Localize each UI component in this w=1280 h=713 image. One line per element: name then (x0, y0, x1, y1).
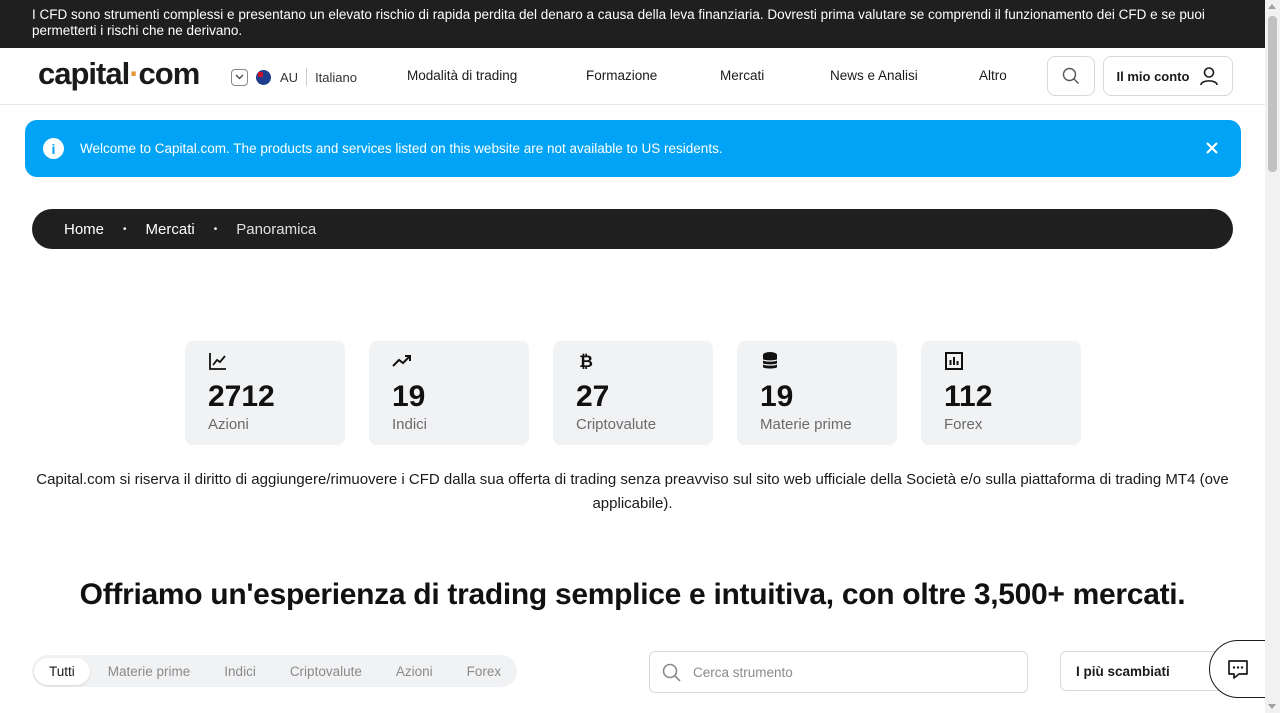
stat-value: 19 (760, 380, 794, 413)
risk-warning-text: I CFD sono strumenti complessi e present… (32, 7, 1205, 38)
tab-commodities[interactable]: Materie prime (108, 658, 191, 685)
svg-text:₿: ₿ (579, 352, 593, 371)
divider (306, 68, 308, 86)
chat-icon (1228, 660, 1248, 679)
stat-card-commodities[interactable]: 19 Materie prime (737, 341, 897, 445)
search-button[interactable] (1047, 56, 1095, 96)
stat-value: 2712 (208, 380, 275, 413)
search-icon (1062, 67, 1079, 84)
breadcrumb-current: Panoramica (236, 220, 317, 238)
logo-text-left: capital (38, 56, 130, 91)
stat-label: Criptovalute (576, 416, 657, 433)
region-code: AU (280, 69, 299, 85)
stat-label: Azioni (208, 416, 249, 433)
breadcrumb-markets[interactable]: Mercati (146, 221, 195, 238)
chat-button[interactable] (1209, 640, 1267, 698)
nav-education[interactable]: Formazione (586, 68, 657, 83)
logo-text-right: com (138, 56, 201, 91)
page-scrollbar[interactable] (1265, 0, 1280, 713)
disclaimer-text: Capital.com si riserva il diritto di agg… (36, 471, 1229, 512)
logo[interactable]: capital·com (38, 56, 201, 92)
bar-chart-icon (945, 352, 963, 370)
nav-trading-modes[interactable]: Modalità di trading (407, 68, 517, 83)
chevron-down-icon[interactable] (231, 68, 248, 86)
welcome-banner: i Welcome to Capital.com. The products a… (25, 120, 1241, 177)
tab-indices[interactable]: Indici (224, 658, 256, 685)
risk-warning-bar: I CFD sono strumenti complessi e present… (0, 0, 1265, 48)
line-chart-icon (209, 353, 226, 370)
stat-label: Indici (392, 416, 428, 433)
stat-card-stocks[interactable]: 2712 Azioni (185, 341, 345, 445)
breadcrumb-home[interactable]: Home (64, 221, 104, 238)
nav-markets[interactable]: Mercati (720, 68, 764, 83)
my-account-label: Il mio conto (1116, 68, 1190, 84)
market-filter-tabs: Tutti Materie prime Indici Criptovalute … (32, 655, 517, 687)
database-icon (762, 352, 778, 369)
info-icon: i (43, 138, 64, 159)
scroll-up-arrow-icon[interactable] (1268, 4, 1276, 9)
logo-dot: · (129, 56, 139, 91)
instrument-search[interactable] (649, 651, 1028, 693)
search-icon (662, 663, 681, 682)
tab-crypto[interactable]: Criptovalute (290, 658, 362, 685)
trending-up-icon (392, 355, 411, 367)
my-account-button[interactable]: Il mio conto (1103, 56, 1233, 96)
scrollbar-thumb[interactable] (1268, 16, 1277, 172)
breadcrumb: Home • Mercati • Panoramica (32, 209, 1233, 249)
stat-label: Forex (944, 416, 983, 433)
australia-flag-icon (256, 69, 271, 85)
nav-news-analysis[interactable]: News e Analisi (830, 68, 918, 83)
tab-forex[interactable]: Forex (467, 658, 502, 685)
scroll-down-arrow-icon[interactable] (1268, 704, 1276, 709)
region-language-selector[interactable]: AU Italiano (231, 67, 357, 87)
tab-stocks[interactable]: Azioni (396, 658, 433, 685)
stat-value: 27 (576, 380, 610, 413)
language-label[interactable]: Italiano (315, 70, 357, 85)
stat-value: 112 (944, 380, 993, 413)
stat-card-indices[interactable]: 19 Indici (369, 341, 529, 445)
sort-selected-value: I più scambiati (1076, 663, 1170, 679)
stat-card-crypto[interactable]: ₿ 27 Criptovalute (553, 341, 713, 445)
instrument-search-input[interactable] (693, 664, 993, 680)
page-headline: Offriamo un'esperienza di trading sempli… (79, 578, 1186, 611)
welcome-text: Welcome to Capital.com. The products and… (80, 141, 723, 156)
tab-all[interactable]: Tutti (34, 657, 90, 685)
stat-card-forex[interactable]: 112 Forex (921, 341, 1081, 445)
bitcoin-icon: ₿ (579, 352, 593, 372)
stat-value: 19 (392, 380, 426, 413)
sort-select[interactable]: I più scambiati (1060, 651, 1230, 691)
close-icon[interactable] (1203, 139, 1221, 157)
stat-label: Materie prime (760, 416, 852, 433)
site-header: capital·com AU Italiano Modalità di trad… (0, 48, 1265, 105)
breadcrumb-separator: • (123, 223, 127, 235)
nav-more[interactable]: Altro (979, 68, 1007, 83)
user-icon (1200, 67, 1219, 86)
breadcrumb-separator: • (213, 223, 218, 235)
